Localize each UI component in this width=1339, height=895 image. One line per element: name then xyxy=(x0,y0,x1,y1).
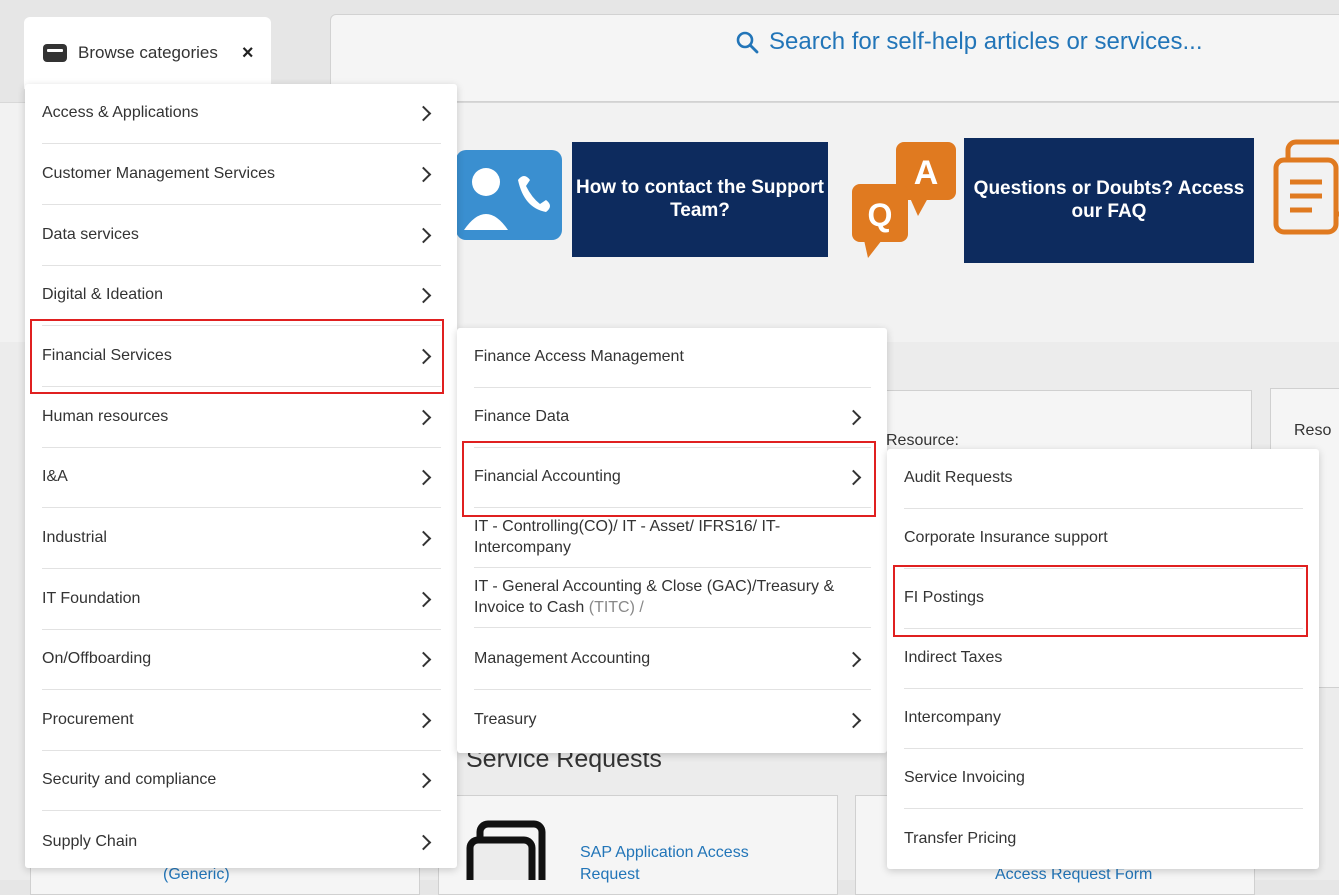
chevron-right-icon xyxy=(415,772,432,789)
subcategory-item-label: Finance Data xyxy=(474,408,570,426)
subcategory-item-label-muted: (TITC) / xyxy=(588,598,644,616)
category-item-data-services[interactable]: Data services xyxy=(42,206,441,266)
service-item-indirect-taxes[interactable]: Indirect Taxes xyxy=(904,629,1303,689)
app-icon xyxy=(466,820,546,880)
category-item-label: IT Foundation xyxy=(42,590,141,608)
chevron-right-icon xyxy=(415,469,432,486)
browse-categories-label: Browse categories xyxy=(78,43,218,62)
category-item-financial-services[interactable]: Financial Services xyxy=(42,327,441,387)
subcategory-item-label: Financial Accounting xyxy=(474,468,621,486)
service-item-label: FI Postings xyxy=(904,589,985,607)
category-item-label: Industrial xyxy=(42,529,107,547)
svg-text:A: A xyxy=(914,154,939,192)
category-item-label: Human resources xyxy=(42,408,169,426)
category-item-access-applications[interactable]: Access & Applications xyxy=(42,84,441,144)
subcategory-item-finance-data[interactable]: Finance Data xyxy=(474,388,871,448)
chevron-right-icon xyxy=(845,651,862,668)
category-item-label: Digital & Ideation xyxy=(42,286,163,304)
category-item-security-compliance[interactable]: Security and compliance xyxy=(42,751,441,811)
browse-categories-tab[interactable]: Browse categories × xyxy=(24,17,271,89)
service-item-audit-requests[interactable]: Audit Requests xyxy=(904,449,1303,509)
chevron-right-icon xyxy=(415,166,432,183)
category-item-customer-management[interactable]: Customer Management Services xyxy=(42,145,441,205)
category-item-label: I&A xyxy=(42,468,68,486)
search-icon xyxy=(736,31,759,54)
service-item-label: Transfer Pricing xyxy=(904,829,1017,847)
category-item-label: Procurement xyxy=(42,711,134,729)
category-item-supply-chain[interactable]: Supply Chain xyxy=(42,812,441,872)
category-item-procurement[interactable]: Procurement xyxy=(42,691,441,751)
contact-support-banner[interactable]: How to contact the Support Team? xyxy=(572,142,828,257)
chevron-right-icon xyxy=(415,591,432,608)
subcategory-item-management-accounting[interactable]: Management Accounting xyxy=(474,630,871,690)
service-item-corporate-insurance[interactable]: Corporate Insurance support xyxy=(904,509,1303,569)
chevron-right-icon xyxy=(415,409,432,426)
service-item-label: Corporate Insurance support xyxy=(904,529,1108,547)
category-item-label: Data services xyxy=(42,226,139,244)
chevron-right-icon xyxy=(415,348,432,365)
category-menu: Access & Applications Customer Managemen… xyxy=(25,84,457,868)
service-item-label: Audit Requests xyxy=(904,469,1013,487)
chevron-right-icon xyxy=(415,227,432,244)
subcategory-item-treasury[interactable]: Treasury xyxy=(474,690,871,750)
chat-icon xyxy=(1273,139,1339,235)
category-item-label: Supply Chain xyxy=(42,832,138,850)
chevron-right-icon xyxy=(845,712,862,728)
service-item-label: Intercompany xyxy=(904,709,1001,727)
service-item-intercompany[interactable]: Intercompany xyxy=(904,689,1303,749)
financial-accounting-submenu: Audit Requests Corporate Insurance suppo… xyxy=(887,449,1319,869)
faq-banner[interactable]: Questions or Doubts? Access our FAQ xyxy=(964,138,1254,263)
category-item-on-offboarding[interactable]: On/Offboarding xyxy=(42,630,441,690)
subcategory-item-financial-accounting[interactable]: Financial Accounting xyxy=(474,448,871,508)
category-item-label: Financial Services xyxy=(42,347,172,365)
chevron-right-icon xyxy=(845,409,862,426)
category-item-label: On/Offboarding xyxy=(42,650,152,668)
subcategory-item-finance-access-management[interactable]: Finance Access Management xyxy=(474,328,871,388)
service-card-2-link[interactable]: SAP Application Access Request xyxy=(580,842,800,887)
service-item-label: Service Invoicing xyxy=(904,769,1025,787)
chevron-right-icon xyxy=(845,469,862,486)
service-item-service-invoicing[interactable]: Service Invoicing xyxy=(904,749,1303,809)
chevron-right-icon xyxy=(415,712,432,729)
faq-icon: A Q xyxy=(852,142,956,258)
inbox-icon xyxy=(43,44,67,62)
search-prompt[interactable]: Search for self-help articles or service… xyxy=(735,28,1203,56)
subcategory-item-label: IT - General Accounting & Close (GAC)/Tr… xyxy=(474,577,835,616)
category-item-label: Security and compliance xyxy=(42,771,217,789)
subcategory-item-label: IT - Controlling(CO)/ IT - Asset/ IFRS16… xyxy=(474,517,781,556)
service-item-fi-postings[interactable]: FI Postings xyxy=(904,569,1303,629)
category-item-human-resources[interactable]: Human resources xyxy=(42,388,441,448)
financial-services-submenu: Finance Access Management Finance Data F… xyxy=(457,328,887,753)
category-item-label: Access & Applications xyxy=(42,104,199,122)
subcategory-item-it-controlling[interactable]: IT - Controlling(CO)/ IT - Asset/ IFRS16… xyxy=(474,508,871,568)
category-item-label: Customer Management Services xyxy=(42,165,275,183)
contact-support-icon xyxy=(456,150,562,240)
service-item-transfer-pricing[interactable]: Transfer Pricing xyxy=(904,809,1303,869)
close-icon[interactable]: × xyxy=(242,42,254,65)
chevron-right-icon xyxy=(415,105,432,122)
category-item-industrial[interactable]: Industrial xyxy=(42,509,441,569)
chevron-right-icon xyxy=(415,287,432,304)
service-item-label: Indirect Taxes xyxy=(904,649,1003,667)
subcategory-item-label: Management Accounting xyxy=(474,650,651,668)
chevron-right-icon xyxy=(415,834,432,850)
subcategory-item-wrap: IT - General Accounting & Close (GAC)/Tr… xyxy=(474,577,854,619)
subcategory-item-it-general-accounting[interactable]: IT - General Accounting & Close (GAC)/Tr… xyxy=(474,568,871,628)
resource-label: Resource: xyxy=(886,432,959,449)
svg-text:Q: Q xyxy=(868,197,893,233)
subcategory-item-label: Finance Access Management xyxy=(474,348,684,366)
resource-label-2: Reso xyxy=(1294,422,1332,439)
category-item-i-and-a[interactable]: I&A xyxy=(42,448,441,508)
category-item-digital-ideation[interactable]: Digital & Ideation xyxy=(42,266,441,326)
search-placeholder: Search for self-help articles or service… xyxy=(769,28,1203,55)
category-item-it-foundation[interactable]: IT Foundation xyxy=(42,570,441,630)
chevron-right-icon xyxy=(415,530,432,547)
chevron-right-icon xyxy=(415,651,432,668)
subcategory-item-label: Treasury xyxy=(474,710,537,728)
